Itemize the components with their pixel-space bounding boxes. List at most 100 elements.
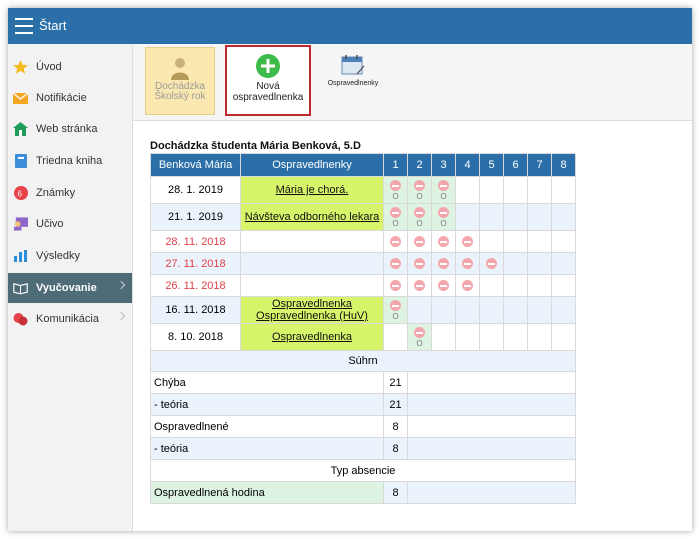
absence-type-value: 8: [383, 481, 408, 504]
absence-dot-icon: [462, 236, 473, 248]
page-title: Dochádzka študenta Mária Benková, 5.D: [150, 140, 361, 152]
absence-cell[interactable]: [455, 252, 480, 275]
hour-cell: [503, 323, 528, 351]
table-row: 8. 10. 2018 Ospravedlnenka O: [150, 323, 576, 351]
hour-cell: [503, 203, 528, 231]
excuse-cell: Ospravedlnenka: [240, 323, 384, 351]
sidebar-item-uvod[interactable]: Úvod: [8, 52, 132, 82]
summary-value: 21: [383, 371, 408, 394]
summary-label: - teória: [150, 437, 384, 460]
excuses-button[interactable]: Ospravedlnenky: [313, 54, 393, 130]
absence-dot-icon: [438, 258, 449, 270]
column-header-hour: 8: [551, 153, 576, 177]
date-cell: 16. 11. 2018: [150, 296, 241, 324]
absence-cell[interactable]: [431, 274, 456, 297]
bar-chart-icon: [13, 249, 28, 263]
sidebar-item-znamky[interactable]: 6 Známky: [8, 178, 132, 208]
summary-filler: [407, 371, 576, 394]
absence-cell[interactable]: O: [407, 203, 432, 231]
hour-cell: [527, 274, 552, 297]
new-excuse-button[interactable]: Nová ospravedlnenka: [225, 45, 311, 116]
absence-cell[interactable]: [407, 230, 432, 253]
sidebar-item-vyucovanie[interactable]: Vyučovanie: [8, 273, 132, 303]
excuse-cell: Ospravedlnenka Ospravedlnenka (HuV): [240, 296, 384, 324]
sidebar-item-triedna-kniha[interactable]: Triedna kniha: [8, 146, 132, 176]
absence-dot-icon: [462, 258, 473, 270]
table-row: 28. 1. 2019 Mária je chorá. O O O: [150, 176, 576, 204]
hour-cell: [479, 230, 504, 253]
excused-mark: O: [440, 218, 447, 228]
excuse-link[interactable]: Návšteva odborného lekara: [245, 211, 380, 223]
absence-cell[interactable]: O: [431, 176, 456, 204]
summary-value: 8: [383, 415, 408, 438]
excuse-link[interactable]: Ospravedlnenka: [272, 298, 352, 310]
hour-cell: [527, 296, 552, 324]
absence-cell[interactable]: [431, 230, 456, 253]
absence-cell[interactable]: O: [431, 203, 456, 231]
table-row: 28. 11. 2018: [150, 230, 576, 253]
sidebar-item-notifikacie[interactable]: Notifikácie: [8, 83, 132, 113]
absence-cell[interactable]: O: [383, 203, 408, 231]
absence-cell[interactable]: [431, 252, 456, 275]
absence-type-title: Typ absencie: [150, 459, 576, 482]
absence-cell[interactable]: [479, 252, 504, 275]
sidebar-item-label: Známky: [36, 187, 76, 199]
hour-cell: [503, 296, 528, 324]
sidebar-item-label: Web stránka: [36, 123, 98, 135]
date-cell: 27. 11. 2018: [150, 252, 241, 275]
absence-cell[interactable]: [455, 274, 480, 297]
mail-icon: [13, 91, 28, 105]
absence-cell[interactable]: [383, 274, 408, 297]
hour-cell: [551, 252, 576, 275]
absence-dot-icon: [390, 280, 401, 292]
top-bar: Štart: [8, 8, 692, 44]
app-title[interactable]: Štart: [39, 18, 66, 33]
excuse-link[interactable]: Ospravedlnenka: [272, 331, 352, 343]
main-content: Dochádzka študenta Mária Benková, 5.D Be…: [133, 120, 692, 531]
absence-cell[interactable]: [383, 252, 408, 275]
column-header-hour: 1: [383, 153, 408, 177]
hamburger-menu-icon[interactable]: [15, 18, 33, 34]
absence-cell[interactable]: [383, 230, 408, 253]
absence-cell[interactable]: O: [407, 323, 432, 351]
excuse-link[interactable]: Ospravedlnenka (HuV): [256, 310, 368, 322]
absence-type-row: Ospravedlnená hodina 8: [150, 481, 576, 504]
hour-cell: [431, 323, 456, 351]
summary-row: - teória 21: [150, 393, 576, 416]
hour-cell: [431, 296, 456, 324]
hour-cell: [503, 252, 528, 275]
absence-dot-icon: [414, 327, 425, 339]
sidebar-item-label: Komunikácia: [36, 313, 99, 325]
absence-cell[interactable]: [407, 274, 432, 297]
chevron-right-icon: [116, 311, 126, 321]
attendance-school-year-button[interactable]: Dochádzka Školský rok: [145, 47, 215, 115]
hour-cell: [527, 176, 552, 204]
absence-dot-icon: [390, 258, 401, 270]
sidebar-item-web-stranka[interactable]: Web stránka: [8, 114, 132, 144]
hour-cell: [479, 323, 504, 351]
absence-cell[interactable]: O: [383, 176, 408, 204]
summary-title: Súhrn: [150, 350, 576, 372]
summary-filler: [407, 393, 576, 416]
table-row: 21. 1. 2019 Návšteva odborného lekara O …: [150, 203, 576, 231]
summary-header-row: Súhrn: [150, 350, 576, 372]
hour-cell: [455, 296, 480, 324]
table-row: 26. 11. 2018: [150, 274, 576, 297]
sidebar-item-ucivo[interactable]: Učivo: [8, 209, 132, 239]
absence-dot-icon: [414, 258, 425, 270]
absence-cell[interactable]: [407, 252, 432, 275]
column-header-hour: 5: [479, 153, 504, 177]
absence-cell[interactable]: O: [407, 176, 432, 204]
table-row: 16. 11. 2018 Ospravedlnenka Ospravedlnen…: [150, 296, 576, 324]
summary-row: - teória 8: [150, 437, 576, 460]
hour-cell: [479, 203, 504, 231]
table-header: Benková Mária Ospravedlnenky 1 2 3 4 5 6…: [150, 153, 576, 177]
absence-cell[interactable]: [455, 230, 480, 253]
excuses-label: Ospravedlnenky: [327, 80, 379, 87]
hour-cell: [551, 323, 576, 351]
hour-cell: [503, 176, 528, 204]
absence-cell[interactable]: O: [383, 296, 408, 324]
sidebar-item-vysledky[interactable]: Výsledky: [8, 241, 132, 271]
sidebar-item-komunikacia[interactable]: Komunikácia: [8, 304, 132, 334]
excuse-link[interactable]: Mária je chorá.: [276, 184, 349, 196]
